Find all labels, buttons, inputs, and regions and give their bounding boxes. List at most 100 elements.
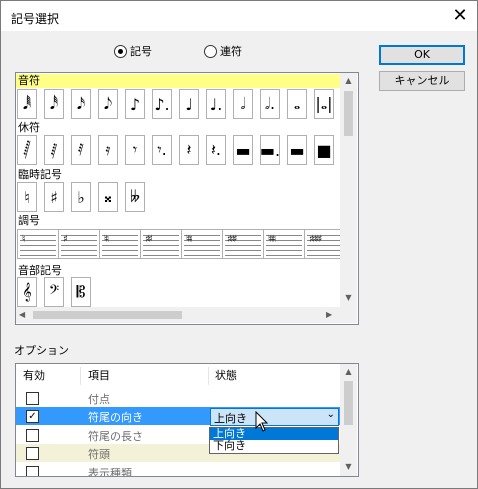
key-signature-glyph: ♮♮ — [104, 234, 109, 245]
key-signature-4[interactable]: ♮♮♮ — [181, 229, 223, 259]
options-label: オプション — [14, 344, 69, 357]
options-vertical-scrollbar[interactable]: ▲ ▼ — [340, 364, 357, 476]
staff-line — [266, 245, 302, 246]
staff-line — [102, 255, 138, 256]
palette-symbol-1-1[interactable]: 𝅁 — [44, 135, 64, 165]
palette-symbol-1-4[interactable]: 𝄾 — [125, 135, 145, 165]
staff-line — [307, 255, 343, 256]
section-keysig-header: 調号 — [18, 214, 40, 227]
right-arrow-icon[interactable]: ▶ — [326, 310, 332, 319]
key-signature-1[interactable]: ♯ — [58, 229, 100, 259]
column-item[interactable]: 項目 — [88, 364, 110, 388]
radio-circle-selected[interactable] — [114, 44, 127, 58]
cancel-button[interactable]: キャンセル — [379, 71, 465, 91]
staff-line — [225, 250, 261, 251]
palette-symbol-0-11[interactable]: |𝅝| — [314, 89, 334, 119]
left-arrow-icon[interactable]: ◀ — [19, 310, 25, 319]
option-row-dot[interactable]: 付点 — [16, 389, 340, 407]
radio-symbol[interactable]: 記号 — [114, 44, 152, 58]
staff-line — [143, 250, 179, 251]
option-row-stem-direction[interactable]: ✓ 符尾の向き 上向き ⌄ — [16, 407, 340, 426]
checkbox[interactable] — [26, 429, 39, 442]
section-rests-header: 休符 — [18, 121, 40, 134]
option-item-label: 符尾の長さ — [88, 430, 143, 443]
down-arrow-icon[interactable]: ▼ — [340, 293, 357, 302]
key-signature-glyph: ♯♯ — [145, 234, 153, 245]
staff-line — [184, 255, 220, 256]
checkbox[interactable] — [26, 466, 39, 476]
palette-vertical-scrollbar[interactable]: ▲ ▼ — [340, 73, 357, 307]
palette-symbol-2-1[interactable]: ♯ — [44, 182, 64, 212]
palette-symbol-0-3[interactable]: 𝅘𝅥𝅮 — [98, 89, 118, 119]
staff-line — [102, 240, 138, 241]
staff-line — [102, 250, 138, 251]
palette-symbol-1-7[interactable]: 𝄽. — [206, 135, 226, 165]
checkbox[interactable] — [26, 392, 39, 405]
key-signature-5[interactable]: ♯♯♯ — [222, 229, 264, 259]
radio-tuplet[interactable]: 連符 — [204, 44, 242, 58]
palette-symbol-1-6[interactable]: 𝄽 — [179, 135, 199, 165]
section-notes-header: 音符 — [16, 74, 342, 88]
radio-symbol-label: 記号 — [130, 45, 152, 58]
palette-symbol-0-5[interactable]: ♪. — [152, 89, 172, 119]
staff-line — [102, 235, 138, 236]
palette-symbol-2-3[interactable]: 𝄪 — [98, 182, 118, 212]
palette-symbol-4-0[interactable]: 𝄞 — [17, 277, 37, 307]
palette-symbol-1-3[interactable]: 𝄿 — [98, 135, 118, 165]
palette-horizontal-scrollbar[interactable]: ◀ ▶ — [16, 307, 340, 323]
column-separator[interactable] — [80, 367, 81, 385]
vertical-scroll-thumb[interactable] — [344, 91, 353, 136]
checkbox[interactable] — [26, 447, 39, 460]
horizontal-scroll-thumb[interactable] — [33, 311, 182, 319]
key-signature-0[interactable]: ♮ — [17, 229, 59, 259]
key-signature-3[interactable]: ♯♯ — [140, 229, 182, 259]
palette-symbol-4-1[interactable]: 𝄢 — [44, 277, 64, 307]
palette-symbol-0-2[interactable]: 𝅘𝅥𝅯 — [71, 89, 91, 119]
palette-symbol-0-6[interactable]: ♩ — [179, 89, 199, 119]
close-icon[interactable]: ✕ — [447, 3, 473, 29]
down-arrow-icon[interactable]: ▼ — [340, 462, 357, 471]
palette-symbol-1-10[interactable]: ▬ — [287, 135, 307, 165]
column-enabled[interactable]: 有効 — [23, 364, 45, 388]
chevron-down-icon[interactable]: ⌄ — [327, 409, 335, 420]
palette-symbol-4-2[interactable]: 𝄡 — [71, 277, 91, 307]
palette-symbol-0-0[interactable]: 𝅘𝅥𝅱 — [17, 89, 37, 119]
option-item-label: 表示種類 — [88, 467, 132, 477]
key-signature-6[interactable]: ♮♮♮♮ — [263, 229, 305, 259]
column-state[interactable]: 状態 — [215, 364, 237, 388]
palette-symbol-0-8[interactable]: 𝅗𝅥 — [233, 89, 253, 119]
palette-symbol-0-4[interactable]: ♪ — [125, 89, 145, 119]
palette-symbol-2-0[interactable]: ♮ — [17, 182, 37, 212]
vertical-scroll-thumb[interactable] — [344, 381, 353, 425]
palette-symbol-0-1[interactable]: 𝅘𝅥𝅰 — [44, 89, 64, 119]
palette-symbol-1-11[interactable]: ■ — [314, 135, 334, 165]
key-signature-2[interactable]: ♮♮ — [99, 229, 141, 259]
check-icon[interactable]: ✓ — [26, 410, 39, 423]
state-dropdown[interactable]: 上向き ⌄ — [210, 408, 339, 426]
up-arrow-icon[interactable]: ▲ — [340, 76, 357, 85]
palette-symbol-0-7[interactable]: ♩. — [206, 89, 226, 119]
ok-button[interactable]: OK — [379, 45, 465, 65]
dropdown-option-down[interactable]: 下向き — [210, 440, 338, 452]
staff-line — [225, 245, 261, 246]
section-clefs-header: 音部記号 — [18, 264, 62, 277]
options-list: 有効 項目 状態 付点 ✓ 符尾の向き 上向き ⌄ 符尾の長さ 符頭 表示種類 — [15, 363, 359, 477]
palette-symbol-1-8[interactable]: ▬ — [233, 135, 253, 165]
option-row-display-type[interactable]: 表示種類 — [16, 463, 340, 477]
staff-line — [184, 250, 220, 251]
scroll-corner — [340, 307, 357, 323]
palette-symbol-1-2[interactable]: 𝅀 — [71, 135, 91, 165]
staff-line — [266, 255, 302, 256]
key-signature-glyph: ♮♮♮♮ — [268, 234, 276, 245]
palette-symbol-1-0[interactable]: 𝅂 — [17, 135, 37, 165]
palette-symbol-2-4[interactable]: 𝄫 — [125, 182, 145, 212]
option-item-label: 符頭 — [88, 448, 110, 461]
palette-symbol-0-10[interactable]: 𝅝 — [287, 89, 307, 119]
palette-symbol-1-9[interactable]: ▬. — [260, 135, 280, 165]
palette-symbol-2-2[interactable]: ♭ — [71, 182, 91, 212]
column-separator[interactable] — [208, 367, 209, 385]
radio-circle[interactable] — [204, 44, 217, 58]
palette-symbol-0-9[interactable]: 𝅗𝅥. — [260, 89, 280, 119]
palette-symbol-1-5[interactable]: 𝄾. — [152, 135, 172, 165]
up-arrow-icon[interactable]: ▲ — [340, 367, 357, 376]
